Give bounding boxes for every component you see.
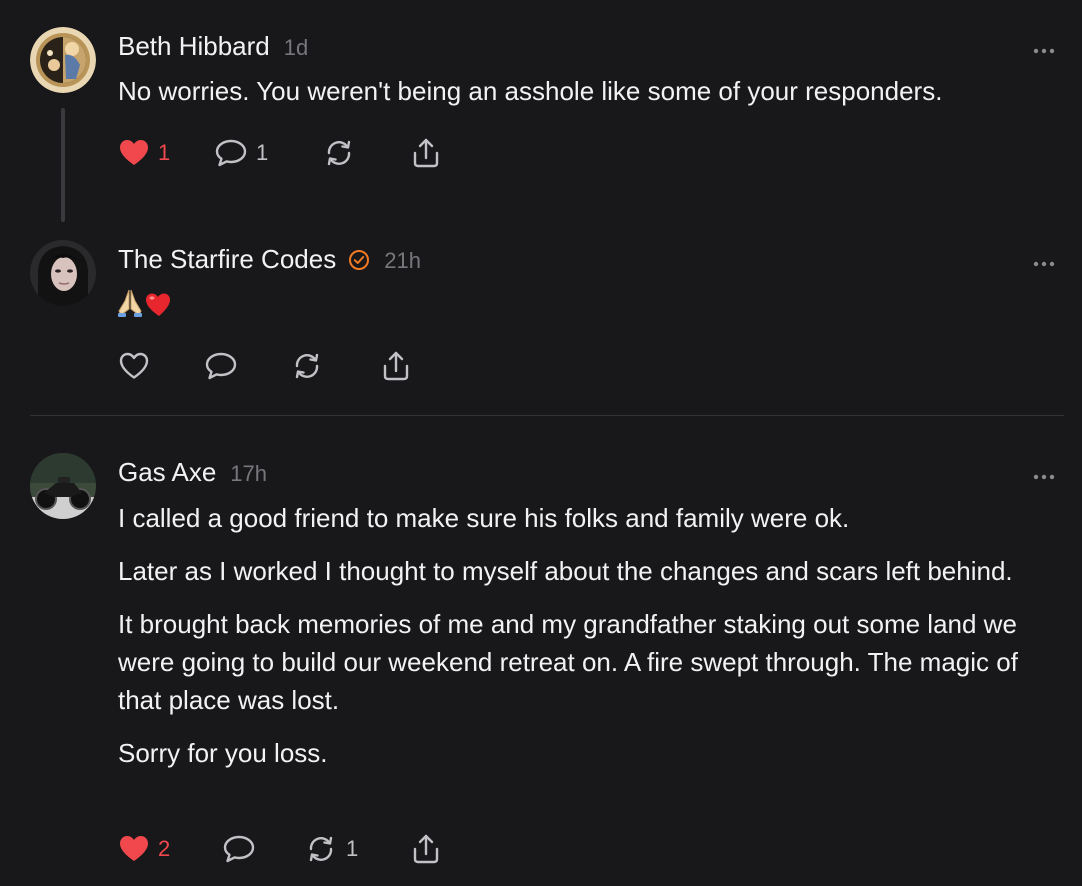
author-name[interactable]: Gas Axe xyxy=(118,457,216,487)
repost-button[interactable]: 1 xyxy=(304,832,358,866)
share-button[interactable] xyxy=(409,832,443,866)
post-paragraph: Later as I worked I thought to myself ab… xyxy=(118,556,1013,586)
repost-count: 1 xyxy=(346,836,359,861)
like-button[interactable]: 2 xyxy=(118,832,170,866)
post-paragraph: It brought back memories of me and my gr… xyxy=(118,609,1018,715)
action-bar: 2 1 xyxy=(118,832,458,866)
post-text: I called a good friend to make sure his … xyxy=(118,499,1063,787)
comment-icon xyxy=(222,833,256,865)
like-count: 2 xyxy=(158,836,171,861)
post-paragraph: I called a good friend to make sure his … xyxy=(118,503,850,533)
share-icon xyxy=(409,832,443,866)
heart-filled-icon xyxy=(118,833,150,865)
more-options-icon[interactable] xyxy=(1032,468,1056,486)
avatar[interactable] xyxy=(30,453,96,519)
reply-post-gas-axe: Gas Axe 17h I called a good friend to mak… xyxy=(0,0,1082,886)
reply-button[interactable] xyxy=(222,832,256,866)
author-line: Gas Axe 17h xyxy=(118,457,267,488)
post-paragraph: Sorry for you loss. xyxy=(118,738,328,768)
repost-icon xyxy=(304,832,338,866)
post-time[interactable]: 17h xyxy=(230,461,267,486)
